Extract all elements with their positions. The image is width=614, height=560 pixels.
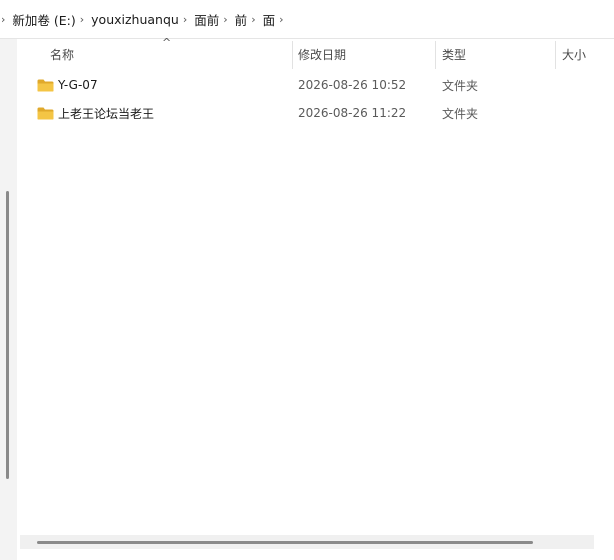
- chevron-right-icon[interactable]: ›: [180, 13, 193, 26]
- vertical-scrollbar-thumb[interactable]: [6, 191, 9, 479]
- column-divider[interactable]: [435, 41, 436, 69]
- file-list: ^ 名称 修改日期 类型 大小 Y-G-07 2026-08-26 10:52 …: [17, 36, 614, 560]
- file-modified-date: 2026-08-26 10:52: [298, 78, 407, 92]
- chevron-right-icon[interactable]: ›: [276, 13, 289, 26]
- breadcrumb-item-mian[interactable]: 面: [262, 8, 277, 31]
- file-row[interactable]: 上老王论坛当老王 2026-08-26 11:22 文件夹: [17, 99, 614, 127]
- chevron-right-icon[interactable]: ›: [248, 13, 261, 26]
- column-divider[interactable]: [292, 41, 293, 69]
- file-type: 文件夹: [442, 106, 479, 121]
- file-type: 文件夹: [442, 78, 479, 93]
- breadcrumb-item-qian[interactable]: 前: [234, 8, 249, 31]
- chevron-right-icon[interactable]: ›: [220, 13, 233, 26]
- breadcrumb-item-mianqian[interactable]: 面前: [193, 8, 220, 31]
- folder-icon: [37, 79, 54, 91]
- folder-icon: [37, 107, 54, 119]
- column-header-size[interactable]: 大小: [562, 39, 612, 69]
- column-header-name[interactable]: 名称: [50, 39, 290, 69]
- breadcrumb-item-youxizhuanqu[interactable]: youxizhuanqu: [90, 10, 180, 29]
- breadcrumb-item-drive[interactable]: 新加卷 (E:): [11, 8, 76, 31]
- horizontal-scrollbar-thumb[interactable]: [37, 541, 533, 544]
- file-name: Y-G-07: [58, 78, 98, 92]
- horizontal-scrollbar[interactable]: [20, 535, 594, 549]
- file-row[interactable]: Y-G-07 2026-08-26 10:52 文件夹: [17, 71, 614, 99]
- breadcrumb: › 新加卷 (E:) › youxizhuanqu › 面前 › 前 › 面 ›: [0, 0, 614, 39]
- column-header-type[interactable]: 类型: [442, 39, 552, 69]
- file-modified-date: 2026-08-26 11:22: [298, 106, 407, 120]
- file-name: 上老王论坛当老王: [58, 106, 155, 121]
- navigation-pane: [0, 39, 17, 560]
- column-divider[interactable]: [555, 41, 556, 69]
- chevron-right-icon[interactable]: ›: [77, 13, 90, 26]
- chevron-right-icon[interactable]: ›: [0, 13, 11, 26]
- column-header-modified[interactable]: 修改日期: [298, 39, 434, 69]
